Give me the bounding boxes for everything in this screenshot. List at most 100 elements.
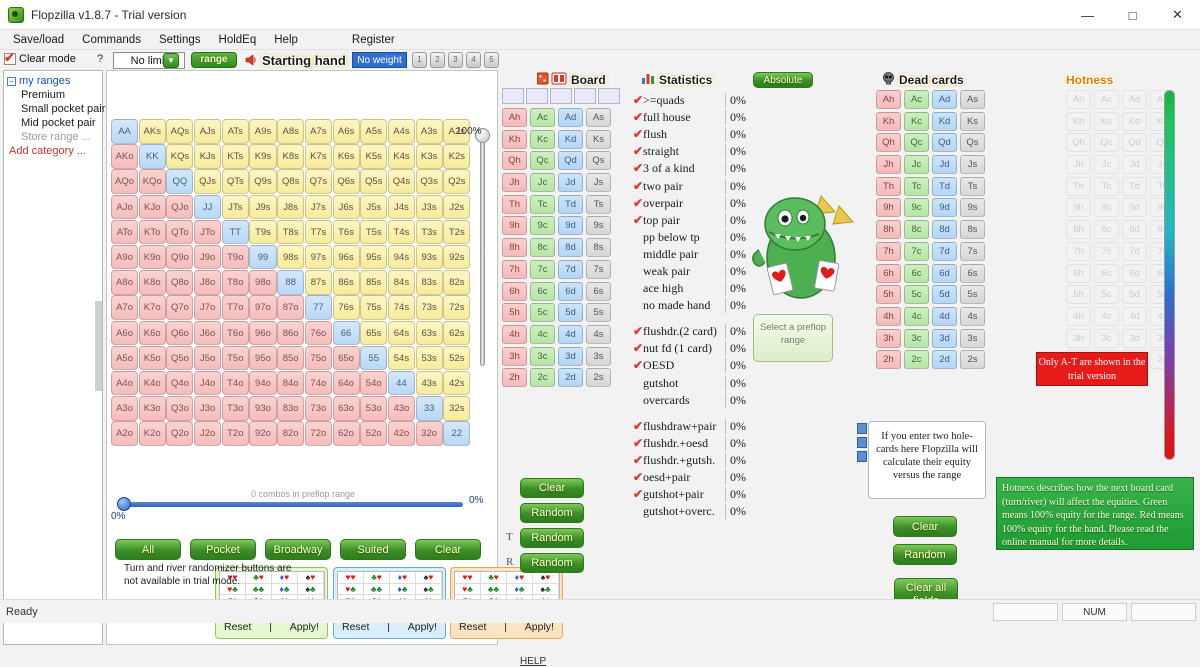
suited-button[interactable]: Suited bbox=[340, 539, 406, 560]
hand-cell-J9o[interactable]: J9o bbox=[194, 244, 222, 270]
hand-cell-63s[interactable]: 63s bbox=[415, 320, 443, 345]
hand-cell-A4s[interactable]: A4s bbox=[387, 119, 415, 144]
card-3h[interactable]: 3h bbox=[876, 328, 901, 348]
card-Kd[interactable]: Kd bbox=[932, 111, 957, 131]
suit-cell-ch[interactable]: ♣ ♥ bbox=[364, 572, 390, 584]
hand-cell-54s[interactable]: 54s bbox=[387, 345, 415, 371]
hand-cell-98s[interactable]: 98s bbox=[277, 244, 305, 270]
sidebar-item-premium[interactable]: Premium bbox=[7, 88, 102, 102]
hand-matrix[interactable]: AA AKs AQs AJs ATs A9s A8s A7s A6s A5s A4s A3s A2s AK… bbox=[111, 119, 471, 446]
hand-cell-KJo[interactable]: KJo bbox=[138, 194, 166, 220]
card-3s[interactable]: 3s bbox=[960, 328, 985, 348]
hand-cell-KJs[interactable]: KJs bbox=[194, 144, 222, 169]
card-6h[interactable]: 6h bbox=[876, 263, 901, 283]
hand-cell-J6s[interactable]: J6s bbox=[332, 194, 360, 220]
hand-cell-T2o[interactable]: T2o bbox=[221, 421, 249, 446]
hand-cell-JTo[interactable]: JTo bbox=[194, 219, 222, 245]
hand-cell-84s[interactable]: 84s bbox=[387, 270, 415, 295]
suit-cell-hh[interactable]: ♥ ♥ bbox=[455, 572, 481, 584]
hole-card-slot-1[interactable] bbox=[857, 423, 867, 434]
card-5s[interactable]: 5s bbox=[960, 285, 985, 305]
hand-cell-QJo[interactable]: QJo bbox=[166, 194, 194, 220]
hand-cell-83o[interactable]: 83o bbox=[277, 396, 305, 421]
hand-cell-Q4o[interactable]: Q4o bbox=[166, 370, 194, 396]
card-Ad[interactable]: Ad bbox=[932, 90, 957, 109]
suit-cell-ch[interactable]: ♣ ♥ bbox=[481, 572, 507, 584]
hand-cell-44[interactable]: 44 bbox=[387, 370, 415, 396]
card-4s[interactable]: 4s bbox=[586, 324, 611, 344]
stat-row-straight[interactable]: ✔ straight 0% bbox=[633, 143, 746, 160]
hand-cell-A7s[interactable]: A7s bbox=[304, 119, 332, 144]
hand-cell-93o[interactable]: 93o bbox=[249, 396, 277, 421]
slider-knob[interactable] bbox=[117, 497, 131, 511]
hand-cell-53o[interactable]: 53o bbox=[360, 396, 388, 421]
hand-cell-A6s[interactable]: A6s bbox=[332, 119, 360, 144]
card-4h[interactable]: 4h bbox=[502, 324, 527, 344]
weight-vertical-slider[interactable] bbox=[474, 120, 490, 370]
board-slot-1[interactable] bbox=[502, 88, 524, 104]
hand-cell-T3o[interactable]: T3o bbox=[221, 396, 249, 421]
hand-cell-55[interactable]: 55 bbox=[360, 345, 388, 371]
clear-mode-checkbox-icon[interactable] bbox=[4, 50, 16, 66]
stat-row-full-house[interactable]: ✔ full house 0% bbox=[633, 109, 746, 126]
hand-cell-T8o[interactable]: T8o bbox=[221, 270, 249, 295]
hand-cell-J8s[interactable]: J8s bbox=[277, 194, 305, 220]
board-slot-2[interactable] bbox=[526, 88, 548, 104]
hand-cell-Q2s[interactable]: Q2s bbox=[443, 169, 471, 194]
card-Tc[interactable]: Tc bbox=[904, 176, 929, 196]
stat-row-two-pair[interactable]: ✔ two pair 0% bbox=[633, 177, 746, 194]
hand-cell-T6o[interactable]: T6o bbox=[221, 320, 249, 345]
hand-cell-Q8o[interactable]: Q8o bbox=[166, 270, 194, 295]
suit-cell-dh[interactable]: ♦ ♥ bbox=[390, 572, 416, 584]
hand-cell-K4s[interactable]: K4s bbox=[387, 144, 415, 169]
card-Jd[interactable]: Jd bbox=[558, 173, 583, 193]
hand-cell-75s[interactable]: 75s bbox=[360, 295, 388, 320]
hand-cell-K2s[interactable]: K2s bbox=[443, 144, 471, 169]
sidebar-item-add-category[interactable]: Add category ... bbox=[7, 144, 102, 158]
hand-cell-86o[interactable]: 86o bbox=[277, 320, 305, 345]
card-6c[interactable]: 6c bbox=[530, 281, 555, 301]
card-8d[interactable]: 8d bbox=[932, 220, 957, 240]
card-6d[interactable]: 6d bbox=[558, 281, 583, 301]
hand-cell-Q4s[interactable]: Q4s bbox=[387, 169, 415, 194]
hand-cell-94s[interactable]: 94s bbox=[387, 244, 415, 270]
hand-cell-32s[interactable]: 32s bbox=[443, 396, 471, 421]
hand-cell-53s[interactable]: 53s bbox=[415, 345, 443, 371]
hand-cell-54o[interactable]: 54o bbox=[360, 370, 388, 396]
suit-cell-dc[interactable]: ♦ ♣ bbox=[390, 583, 416, 595]
hand-cell-84o[interactable]: 84o bbox=[277, 370, 305, 396]
minimize-button[interactable]: — bbox=[1065, 0, 1110, 30]
hand-cell-43s[interactable]: 43s bbox=[415, 370, 443, 396]
card-Ac[interactable]: Ac bbox=[904, 90, 929, 109]
all-button[interactable]: All bbox=[115, 539, 181, 560]
suit-cell-sh[interactable]: ♠ ♥ bbox=[416, 572, 442, 584]
suit-cell-cc[interactable]: ♣ ♣ bbox=[364, 583, 390, 595]
hand-cell-64o[interactable]: 64o bbox=[332, 370, 360, 396]
card-5s[interactable]: 5s bbox=[586, 303, 611, 323]
hand-cell-TT[interactable]: TT bbox=[221, 219, 249, 245]
chevron-down-icon[interactable]: ▼ bbox=[163, 53, 179, 68]
stat-row-top-pair[interactable]: ✔ top pair 0% bbox=[633, 212, 746, 229]
hand-cell-T6s[interactable]: T6s bbox=[332, 219, 360, 245]
stat-row-oesd-pair[interactable]: ✔ oesd+pair 0% bbox=[633, 469, 746, 486]
card-Td[interactable]: Td bbox=[932, 176, 957, 196]
card-3c[interactable]: 3c bbox=[904, 328, 929, 348]
hand-cell-Q3s[interactable]: Q3s bbox=[415, 169, 443, 194]
hand-cell-96o[interactable]: 96o bbox=[249, 320, 277, 345]
river-random-button[interactable]: Random bbox=[520, 553, 584, 573]
turn-random-button[interactable]: Random bbox=[520, 528, 584, 548]
select-preflop-range-button[interactable]: Select a preflop range bbox=[753, 314, 833, 362]
hand-cell-AQo[interactable]: AQo bbox=[111, 169, 139, 194]
card-9h[interactable]: 9h bbox=[876, 198, 901, 218]
hand-cell-A3o[interactable]: A3o bbox=[111, 396, 139, 421]
menu-item-help[interactable]: Help bbox=[265, 32, 307, 48]
hand-cell-J2s[interactable]: J2s bbox=[443, 194, 471, 220]
suit-cell-sc[interactable]: ♠ ♣ bbox=[416, 583, 442, 595]
hand-cell-J5o[interactable]: J5o bbox=[194, 345, 222, 371]
hand-cell-63o[interactable]: 63o bbox=[332, 396, 360, 421]
speaker-icon[interactable] bbox=[243, 52, 259, 68]
hand-cell-K5s[interactable]: K5s bbox=[360, 144, 388, 169]
stat-row-gutshot-pair[interactable]: ✔ gutshot+pair 0% bbox=[633, 486, 746, 503]
stat-row-middle-pair[interactable]: middle pair 0% bbox=[633, 246, 746, 263]
weight-button-1[interactable]: 1 bbox=[412, 52, 427, 68]
